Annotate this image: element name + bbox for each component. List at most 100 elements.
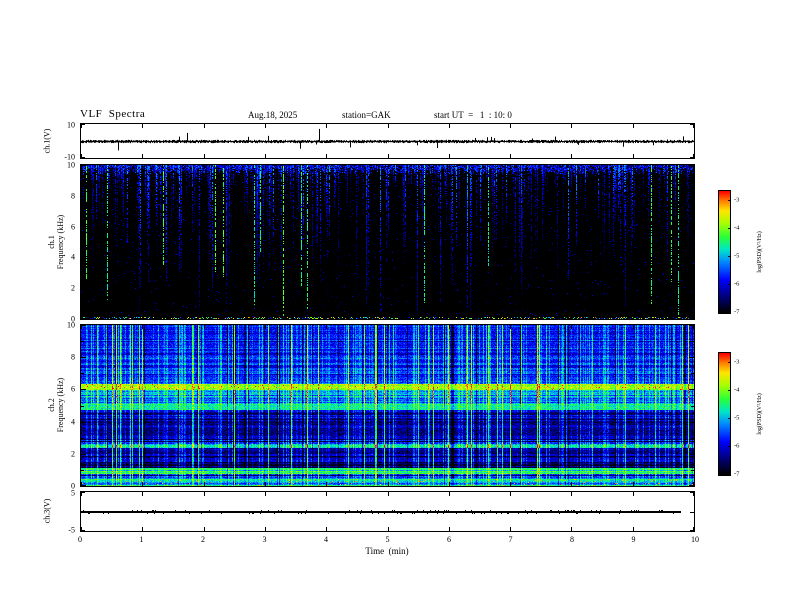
time-tick-label: 6 xyxy=(447,535,451,544)
panel-ch1-waveform xyxy=(80,123,695,159)
x-axis-tick xyxy=(142,315,143,319)
panel-ch1-spectrogram xyxy=(80,164,695,320)
x-axis-tick xyxy=(142,124,143,128)
y-axis-tick xyxy=(691,341,694,342)
y-axis-tick xyxy=(81,492,85,493)
colorbar-ch2-gradient xyxy=(719,353,730,475)
x-axis-tick xyxy=(326,527,327,531)
ch1-axis-channel-label: ch.1 xyxy=(47,235,56,249)
x-axis-tick xyxy=(510,325,511,329)
y-axis-tick xyxy=(81,273,84,274)
x-axis-tick xyxy=(265,315,266,319)
y-axis-tick xyxy=(689,325,694,326)
x-axis-tick xyxy=(449,315,450,319)
x-axis-tick xyxy=(265,124,266,128)
x-axis-tick xyxy=(571,124,572,128)
x-axis-tick xyxy=(388,527,389,531)
y-axis-tick xyxy=(81,470,84,471)
x-axis-tick xyxy=(204,124,205,128)
colorbar-tick xyxy=(728,256,731,257)
colorbar-tick xyxy=(728,200,731,201)
freq-tick-label: 10 xyxy=(67,160,75,170)
y-axis-tick xyxy=(689,318,694,319)
x-axis-tick xyxy=(510,165,511,169)
x-axis-tick xyxy=(510,315,511,319)
y-axis-tick xyxy=(690,124,694,125)
y-axis-tick xyxy=(81,357,86,358)
x-axis-tick xyxy=(265,492,266,496)
ch3-voltage-tick-label: -5 xyxy=(68,525,75,535)
colorbar-ch2 xyxy=(718,352,731,476)
y-axis-tick xyxy=(81,304,84,305)
freq-tick-label: 4 xyxy=(71,417,75,427)
y-axis-tick xyxy=(81,373,84,374)
y-axis-tick xyxy=(690,530,694,531)
time-axis-label: Time (min) xyxy=(365,546,409,556)
y-axis-tick xyxy=(691,373,694,374)
colorbar-tick xyxy=(728,474,731,475)
x-axis-tick xyxy=(204,315,205,319)
x-axis-tick xyxy=(388,482,389,486)
y-axis-tick xyxy=(689,165,694,166)
ch1-voltage-axis-label: ch.1(V) xyxy=(42,128,52,154)
x-axis-tick xyxy=(142,492,143,496)
x-axis-tick xyxy=(326,154,327,158)
x-axis-tick xyxy=(326,165,327,169)
y-axis-tick xyxy=(691,180,694,181)
x-axis-tick xyxy=(449,154,450,158)
x-axis-tick xyxy=(571,165,572,169)
x-axis-tick xyxy=(388,154,389,158)
y-axis-tick xyxy=(690,512,694,513)
colorbar-tick-label: -7 xyxy=(734,470,740,478)
colorbar-ch1-label: log(PSD)(V²/Hz) xyxy=(757,231,763,273)
x-axis-tick xyxy=(204,325,205,329)
x-axis-tick xyxy=(142,154,143,158)
y-axis-tick xyxy=(81,512,85,513)
y-axis-tick xyxy=(81,165,86,166)
freq-tick-label: 2 xyxy=(71,449,75,459)
y-axis-tick xyxy=(690,141,694,142)
colorbar-tick-label: -6 xyxy=(734,442,740,450)
y-axis-tick xyxy=(689,357,694,358)
ch3-waveform-plot xyxy=(81,492,694,531)
x-axis-tick xyxy=(265,165,266,169)
time-tick-label: 4 xyxy=(324,535,328,544)
y-axis-tick xyxy=(81,438,84,439)
x-axis-tick xyxy=(388,124,389,128)
colorbar-tick-label: -5 xyxy=(734,252,740,260)
x-axis-tick xyxy=(142,165,143,169)
y-axis-tick xyxy=(81,454,86,455)
x-axis-tick xyxy=(449,527,450,531)
time-tick-label: 7 xyxy=(508,535,513,544)
y-axis-tick xyxy=(691,470,694,471)
x-axis-tick xyxy=(510,154,511,158)
y-axis-tick xyxy=(689,196,694,197)
y-axis-tick xyxy=(691,242,694,243)
y-axis-tick xyxy=(81,180,84,181)
time-tick-label: 8 xyxy=(570,535,574,544)
colorbar-tick-label: -4 xyxy=(734,224,740,232)
colorbar-tick-label: -5 xyxy=(734,414,740,422)
y-axis-tick xyxy=(81,318,86,319)
y-axis-tick xyxy=(81,341,84,342)
colorbar-tick-label: -4 xyxy=(734,386,740,394)
ch1-voltage-tick-label: -10 xyxy=(64,152,75,162)
x-axis-tick xyxy=(142,325,143,329)
y-axis-tick xyxy=(81,227,86,228)
y-axis-tick xyxy=(81,422,86,423)
x-axis-tick xyxy=(388,165,389,169)
x-axis-tick xyxy=(204,154,205,158)
freq-tick-label: 2 xyxy=(71,283,75,293)
x-axis-tick xyxy=(571,527,572,531)
x-axis-tick xyxy=(326,315,327,319)
panel-ch3-waveform xyxy=(80,491,695,532)
y-axis-tick xyxy=(81,141,85,142)
x-axis-tick xyxy=(571,315,572,319)
ch2-spectrogram-plot xyxy=(81,325,694,486)
y-axis-tick xyxy=(691,438,694,439)
x-axis-tick xyxy=(265,154,266,158)
y-axis-tick xyxy=(81,530,85,531)
y-axis-tick xyxy=(689,422,694,423)
colorbar-ch1 xyxy=(718,190,731,314)
time-tick-label: 1 xyxy=(139,535,144,544)
